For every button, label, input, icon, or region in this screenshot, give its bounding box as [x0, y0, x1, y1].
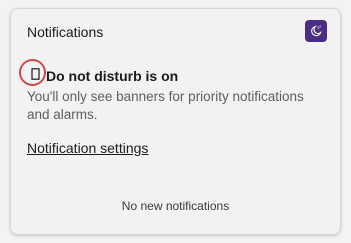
dnd-status-row: Do not disturb is on: [19, 59, 179, 86]
empty-state-text: No new notifications: [121, 199, 230, 213]
highlight-circle: [19, 59, 46, 86]
do-not-disturb-toggle-button[interactable]: z z: [305, 20, 327, 42]
notification-center-panel: Notifications z z Do not disturb is on Y…: [10, 8, 341, 235]
panel-title: Notifications: [27, 24, 104, 40]
notification-settings-link[interactable]: Notification settings: [27, 140, 148, 156]
dnd-status-title: Do not disturb is on: [46, 68, 179, 84]
svg-text:z: z: [319, 25, 321, 29]
moon-zz-icon: z z: [309, 24, 323, 38]
dnd-status-description: You'll only see banners for priority not…: [27, 89, 304, 122]
